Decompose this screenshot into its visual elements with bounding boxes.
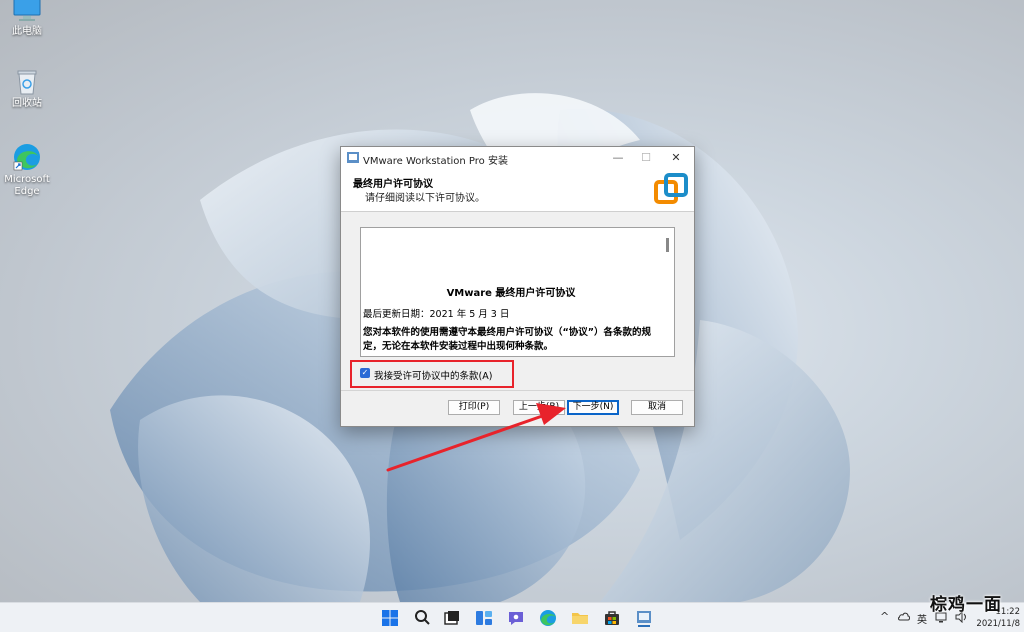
close-button[interactable]: ✕ (661, 147, 691, 169)
watermark-text: 棕鸡一面 (930, 595, 1002, 615)
next-button[interactable]: 下一步(N) (567, 400, 619, 415)
desktop-icon-this-pc[interactable]: 此电脑 (4, 0, 50, 38)
license-paragraph: 您对本软件的使用需遵守本最终用户许可协议（“协议”）各条款的规定，无论在本软件安… (363, 327, 651, 352)
search-icon[interactable] (412, 608, 432, 628)
header-subtitle: 请仔细阅读以下许可协议。 (365, 193, 485, 204)
edge-icon (13, 144, 40, 171)
license-text-box[interactable]: VMware 最终用户许可协议 最后更新日期：2021 年 5 月 3 日 您对… (360, 227, 675, 357)
start-icon[interactable] (380, 608, 400, 628)
dialog-title: VMware Workstation Pro 安装 (363, 156, 508, 167)
maximize-button[interactable]: ☐ (631, 147, 661, 169)
header-title: 最终用户许可协议 (353, 179, 433, 190)
footer-divider (341, 390, 694, 391)
back-button[interactable]: 上一步(B) (513, 400, 565, 415)
accept-checkbox[interactable]: ✓ (360, 368, 370, 378)
edge-icon[interactable] (538, 608, 558, 628)
desktop-icon-edge[interactable]: Microsoft Edge (4, 142, 50, 198)
accept-highlight-box: ✓ 我接受许可协议中的条款(A) (350, 360, 514, 388)
installer-dialog: VMware Workstation Pro 安装 — ☐ ✕ 最终用户许可协议… (340, 146, 695, 427)
vmware-logo-icon (654, 173, 688, 204)
tray-overflow-chevron[interactable]: ^ (880, 610, 889, 623)
accept-label[interactable]: 我接受许可协议中的条款(A) (374, 368, 492, 382)
input-language-indicator[interactable]: 英 (917, 611, 927, 626)
onedrive-cloud-icon[interactable] (897, 610, 911, 622)
license-updated-date: 最后更新日期：2021 年 5 月 3 日 (363, 309, 510, 320)
recycle-bin-icon (17, 70, 37, 95)
desktop-icon-label: Microsoft (4, 174, 50, 185)
minimize-button[interactable]: — (603, 147, 633, 169)
task-view-icon[interactable] (442, 608, 462, 628)
desktop-icon-label: 此电脑 (12, 26, 42, 37)
scrollbar-thumb[interactable] (666, 238, 669, 252)
desktop-icon-recycle-bin[interactable]: 回收站 (4, 68, 50, 110)
dialog-titlebar[interactable]: VMware Workstation Pro 安装 — ☐ ✕ (341, 147, 694, 169)
taskbar: ^ 英 11:22 2021/11/8 (0, 602, 1024, 632)
dialog-header: 最终用户许可协议 请仔细阅读以下许可协议。 (341, 169, 694, 212)
license-scrollbar[interactable] (663, 228, 673, 356)
print-button[interactable]: 打印(P) (448, 400, 500, 415)
desktop-icon-label: 回收站 (12, 98, 42, 109)
vmware-installer-icon[interactable] (634, 608, 654, 628)
chat-icon[interactable] (506, 608, 526, 628)
license-heading: VMware 最终用户许可协议 (446, 288, 576, 299)
cancel-button[interactable]: 取消 (631, 400, 683, 415)
clock-date[interactable]: 2021/11/8 (972, 619, 1020, 629)
vmware-app-icon (347, 152, 359, 163)
computer-icon (13, 0, 41, 21)
desktop-icon-label: Edge (14, 186, 40, 197)
widgets-icon[interactable] (474, 608, 494, 628)
store-icon[interactable] (602, 608, 622, 628)
file-explorer-icon[interactable] (570, 608, 590, 628)
